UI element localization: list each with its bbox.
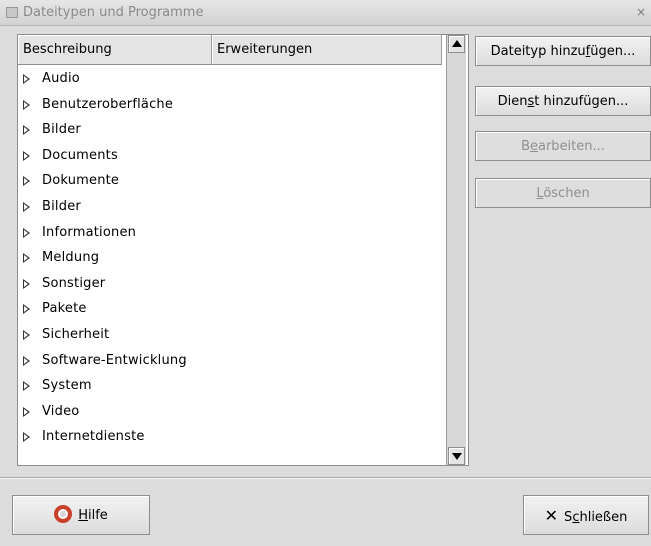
help-label-post: ilfe: [87, 508, 108, 523]
close-icon[interactable]: ×: [635, 5, 647, 19]
edit-button[interactable]: Bearbeiten...: [475, 131, 651, 161]
tree-row[interactable]: Software-Entwicklung: [18, 348, 442, 374]
tree-row-label: Video: [42, 403, 80, 419]
expander-triangle-icon[interactable]: [23, 304, 30, 315]
add-filetype-label-post: ügen...: [590, 44, 636, 59]
expander-triangle-icon[interactable]: [23, 355, 30, 366]
window-title: Dateitypen und Programme: [23, 5, 204, 20]
add-service-label-post: t hinzufügen...: [534, 94, 629, 109]
tree-header: Beschreibung Erweiterungen: [18, 35, 442, 65]
close-x-icon: ✕: [544, 506, 559, 525]
lifebuoy-icon: [54, 505, 73, 523]
edit-label-pre: B: [521, 139, 530, 154]
tree-row[interactable]: System: [18, 373, 442, 399]
tree-row-label: Audio: [42, 71, 80, 86]
delete-label-post: öschen: [543, 186, 590, 201]
tree-row[interactable]: Pakete: [18, 296, 442, 322]
tree-row[interactable]: Meldung: [18, 245, 442, 271]
column-header-extensions[interactable]: Erweiterungen: [212, 35, 442, 64]
add-filetype-button[interactable]: Dateityp hinzufügen...: [475, 36, 651, 66]
tree-row-label: Bilder: [42, 198, 81, 214]
expander-triangle-icon[interactable]: [23, 99, 30, 110]
tree-row[interactable]: Video: [18, 399, 442, 425]
tree-row[interactable]: Benutzeroberfläche: [18, 92, 442, 118]
tree-row[interactable]: Informationen: [18, 220, 442, 246]
tree-row-label: Benutzeroberfläche: [42, 96, 174, 112]
tree-row[interactable]: Audio: [18, 66, 442, 92]
tree-row-label: Sicherheit: [42, 326, 110, 342]
add-service-button[interactable]: Dienst hinzufügen...: [475, 86, 651, 116]
expander-triangle-icon[interactable]: [23, 176, 30, 187]
title-bar: Dateitypen und Programme ×: [0, 0, 651, 26]
tree-row-label: Informationen: [42, 224, 137, 240]
expander-triangle-icon[interactable]: [23, 253, 30, 264]
tree-row-label: System: [42, 378, 92, 394]
expander-triangle-icon[interactable]: [23, 406, 30, 417]
edit-mnemonic: e: [530, 139, 538, 154]
tree-row-label: Meldung: [42, 250, 100, 266]
expander-triangle-icon[interactable]: [23, 227, 30, 238]
vertical-scrollbar[interactable]: [446, 35, 466, 465]
tree-row[interactable]: Bilder: [18, 117, 442, 143]
column-header-description[interactable]: Beschreibung: [18, 35, 212, 64]
expander-triangle-icon[interactable]: [23, 329, 30, 340]
tree-row[interactable]: Sonstiger: [18, 271, 442, 297]
tree-row-label: Internetdienste: [42, 429, 145, 445]
tree-row[interactable]: Sicherheit: [18, 322, 442, 348]
expander-triangle-icon[interactable]: [23, 381, 30, 392]
filetype-tree[interactable]: Beschreibung Erweiterungen Audio Benutzer…: [17, 34, 469, 466]
tree-row[interactable]: Documents: [18, 143, 442, 169]
window-menu-icon[interactable]: [6, 7, 18, 18]
tree-row-label: Pakete: [42, 301, 87, 317]
tree-row-label: Bilder: [42, 122, 81, 138]
tree-row-label: Sonstiger: [42, 275, 106, 291]
edit-label-post: arbeiten...: [538, 139, 605, 154]
delete-button[interactable]: Löschen: [475, 178, 651, 208]
tree-row[interactable]: Dokumente: [18, 168, 442, 194]
tree-row[interactable]: Bilder: [18, 194, 442, 220]
add-filetype-label-pre: Dateityp hinzu: [490, 44, 586, 59]
close-button[interactable]: ✕ Schließen: [523, 495, 649, 535]
add-service-label-pre: Dien: [497, 94, 528, 109]
tree-row-label: Dokumente: [42, 173, 120, 189]
expander-triangle-icon[interactable]: [23, 432, 30, 443]
arrow-up-icon: [452, 40, 462, 47]
expander-triangle-icon[interactable]: [23, 201, 30, 212]
tree-row-label: Documents: [42, 147, 118, 163]
tree-row-label: Software-Entwicklung: [42, 352, 187, 368]
scroll-down-button[interactable]: [448, 447, 465, 465]
expander-triangle-icon[interactable]: [23, 74, 30, 84]
bottom-separator: [0, 477, 651, 479]
scroll-up-button[interactable]: [448, 35, 465, 53]
help-mnemonic: H: [78, 508, 88, 523]
expander-triangle-icon[interactable]: [23, 278, 30, 289]
tree-row[interactable]: Internetdienste: [18, 424, 442, 450]
tree-rows: Audio Benutzeroberfläche Bilder Documents Do…: [18, 66, 442, 450]
close-label-post: hließen: [579, 510, 628, 525]
expander-triangle-icon[interactable]: [23, 150, 30, 161]
help-button[interactable]: Hilfe: [12, 495, 150, 535]
expander-triangle-icon[interactable]: [23, 125, 30, 136]
arrow-down-icon: [452, 453, 462, 460]
